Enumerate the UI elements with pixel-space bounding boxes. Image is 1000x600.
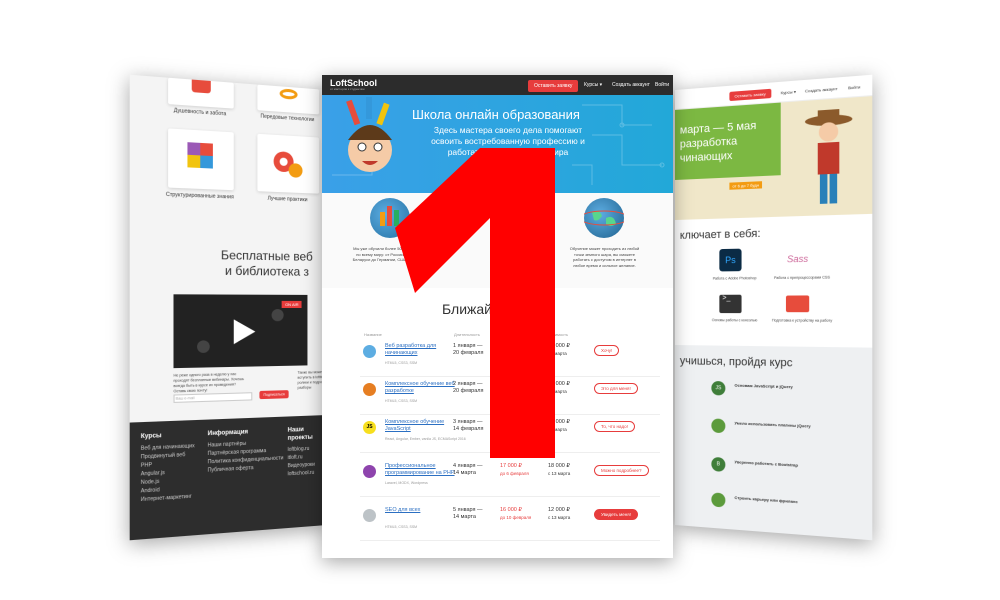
footer-info: Информация Наши партнёры Партнёрская про… xyxy=(208,427,284,475)
tool-sass: Sass xyxy=(786,247,809,270)
left-page-preview: Душевность и забота Передовые технологии… xyxy=(129,74,327,541)
tool-console: >_ xyxy=(719,294,742,314)
webinar-video-player[interactable]: ON AIR xyxy=(173,294,308,369)
skill-icon-plugin xyxy=(711,418,726,434)
tool-label: Основы работы с консолью xyxy=(711,318,758,323)
webinar-description: Не реже одного раза в неделю у нас прохо… xyxy=(173,372,244,394)
tool-briefcase xyxy=(785,295,810,313)
gears-icon xyxy=(273,151,303,178)
course-tags: HTML5, CSS3, SSM xyxy=(385,525,418,529)
skills-section: учишься, пройдя курс JS Основам JavaScri… xyxy=(675,345,873,541)
course-mascot-icon xyxy=(363,383,376,396)
right-page-preview: Оставить заявку Курсы ▾ Создать аккаунт … xyxy=(675,74,873,541)
course-mascot-icon xyxy=(363,345,376,358)
course-dates: 5 января — 14 марта xyxy=(453,507,483,520)
feature-card-care xyxy=(168,77,234,109)
price-value: 16 000 ₽ xyxy=(500,507,522,513)
tool-label: Работа с препроцессорами CSS xyxy=(774,275,830,281)
price-note: с 13 марта xyxy=(548,471,571,476)
big-number-one-overlay: 1 xyxy=(395,148,555,458)
price-value: 12 000 ₽ xyxy=(548,507,570,513)
course-tags: Laravel, MODX, Wordpress xyxy=(385,481,428,485)
feature-label: Структурированные знания xyxy=(165,191,234,201)
price-note: до 6 февраля xyxy=(500,471,529,476)
enroll-button[interactable]: Хочу! xyxy=(594,345,620,356)
course-price: 12 000 ₽ с 13 марта xyxy=(548,507,570,521)
enroll-button[interactable]: Увидеть меня! xyxy=(594,509,638,520)
feature-card-tech xyxy=(257,84,320,115)
feature-card-practice xyxy=(257,133,320,194)
skill-title: Умело использовать плагины jQuery xyxy=(734,420,811,429)
enroll-button[interactable]: Это для меня! xyxy=(594,383,638,394)
footer-col-title: Информация xyxy=(207,429,249,438)
includes-heading: ключает в себя: xyxy=(679,227,761,242)
right-hero-title: марта — 5 мая разработка чинающих xyxy=(679,119,757,165)
footer-courses: Курсы Веб для начинающих Продвинутый веб… xyxy=(141,431,195,505)
feature-label: Лучшие практики xyxy=(267,195,308,204)
loftschool-logo[interactable]: LoftSchool от мастеров к студентам xyxy=(330,78,377,91)
nav-login[interactable]: Войти xyxy=(655,82,669,88)
sass-icon: Sass xyxy=(786,253,809,265)
skill-icon-js: JS xyxy=(711,380,726,396)
skill-title: Основам JavaScript и jQuery xyxy=(734,382,793,390)
hero-badge: от 6 до 7 будн xyxy=(729,181,763,190)
tool-label: Подготовка к устройству на работу xyxy=(772,318,833,323)
infinity-icon xyxy=(279,88,298,100)
course-early-price: 16 000 ₽ до 10 февраля xyxy=(500,507,531,521)
puzzle-icon xyxy=(187,142,213,169)
nav-courses[interactable]: Курсы ▾ xyxy=(584,82,602,88)
email-field[interactable]: Ваш e-mail xyxy=(173,392,253,403)
skill-title: Уверенно работать с Bootstrap xyxy=(734,459,799,468)
column-header-name: Название xyxy=(364,332,382,337)
subscribe-button[interactable]: Подписаться xyxy=(259,390,289,400)
apply-button[interactable]: Оставить заявку xyxy=(528,80,579,92)
gift-icon xyxy=(191,79,211,94)
cowboy-illustration-icon xyxy=(804,109,853,204)
footer-col-title: Курсы xyxy=(140,432,162,441)
overlay-number: 1 xyxy=(395,148,396,149)
hero-title: Школа онлайн образования xyxy=(412,107,580,122)
course-row: SEO для всех HTML5, CSS3, SSM 5 января —… xyxy=(360,503,660,541)
tool-label: Работа с Adobe Photoshop xyxy=(712,276,757,281)
seo-mascot-icon xyxy=(363,509,376,522)
photoshop-icon: Ps xyxy=(725,254,736,266)
price-note: с 13 марта xyxy=(548,515,571,520)
course-name[interactable]: SEO для всех xyxy=(385,507,455,514)
skill-icon-career xyxy=(711,492,726,508)
nav-create-account[interactable]: Создать аккаунт xyxy=(805,86,838,94)
price-note: до 10 февраля xyxy=(500,515,532,520)
right-hero: марта — 5 мая разработка чинающих от 6 д… xyxy=(675,96,873,220)
on-air-badge: ON AIR xyxy=(282,300,302,309)
enroll-button[interactable]: Можно подробнее? xyxy=(594,465,649,476)
php-mascot-icon xyxy=(363,465,376,478)
skill-title: Строить карьеру или фриланс xyxy=(734,494,798,505)
center-navbar: LoftSchool от мастеров к студентам Остав… xyxy=(322,75,673,95)
earth-globe-icon xyxy=(579,198,629,238)
javascript-icon: JS xyxy=(363,421,376,434)
apply-button[interactable]: Оставить заявку xyxy=(729,88,771,102)
nav-create-account[interactable]: Создать аккаунт xyxy=(612,82,650,88)
tool-photoshop: Ps xyxy=(719,248,742,272)
feature-text: Обучение может проходить из любой точки … xyxy=(569,246,640,268)
webinars-heading: Бесплатные веб и библиотека з xyxy=(220,247,313,279)
feature-label: Передовые технологии xyxy=(260,113,315,124)
skill-icon-bootstrap: B xyxy=(711,456,726,472)
nav-login[interactable]: Войти xyxy=(848,84,860,90)
enroll-button[interactable]: То, что надо! xyxy=(594,421,635,432)
nav-courses[interactable]: Курсы ▾ xyxy=(781,89,796,95)
terminal-icon: >_ xyxy=(722,294,731,302)
learn-heading: учишься, пройдя курс xyxy=(679,355,793,370)
left-footer: Курсы Веб для начинающих Продвинутый веб… xyxy=(129,415,327,541)
feature-card-knowledge xyxy=(168,128,234,191)
